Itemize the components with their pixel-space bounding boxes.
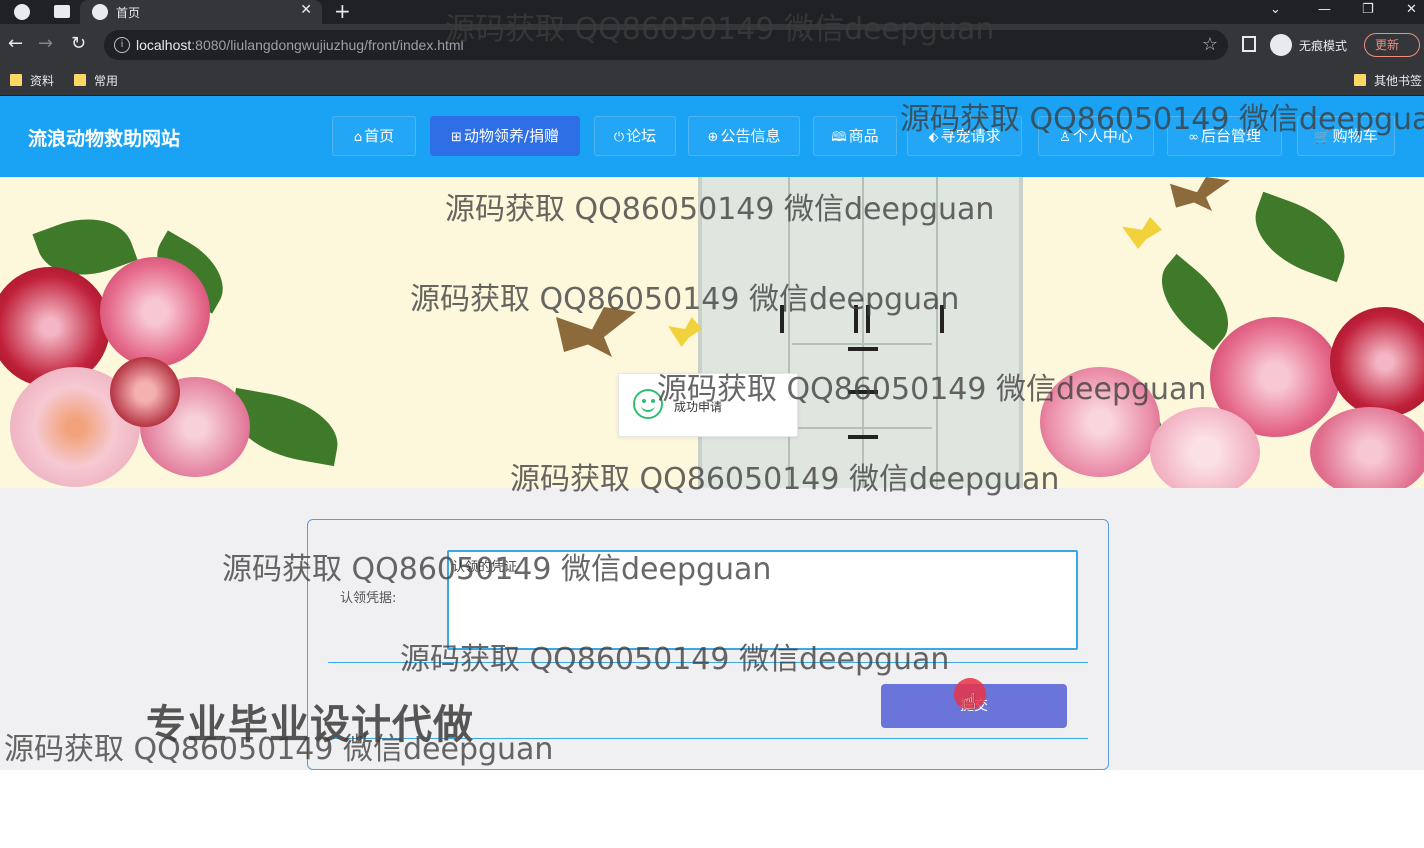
- new-tab-icon[interactable]: +: [334, 0, 351, 22]
- nav-item-label: 商品: [848, 127, 879, 145]
- nav-item[interactable]: 🕮 商品: [813, 116, 897, 156]
- watermark-text: 源码获取 QQ86050149 微信deepguan: [657, 372, 1207, 407]
- nav-item-label: 公告信息: [720, 127, 781, 145]
- browser-globe-icon[interactable]: [14, 4, 30, 20]
- minimize-icon[interactable]: —: [1318, 0, 1331, 20]
- tab-favicon-icon: [92, 4, 108, 20]
- folder-icon: [1354, 74, 1366, 86]
- tab-search-icon[interactable]: ⌄: [1270, 0, 1281, 20]
- grid-icon: ⊞: [451, 130, 462, 145]
- url-path: :8080/liulangdongwujiuzhug/front/index.h…: [191, 37, 464, 53]
- watermark-text: 源码获取 QQ86050149 微信deepguan: [4, 732, 554, 767]
- tab-close-icon[interactable]: ✕: [300, 2, 312, 18]
- bookmark-folder-changyong[interactable]: 常用: [74, 72, 118, 89]
- nav-item-label: 动物领养/捐赠: [463, 127, 559, 145]
- bookmark-label: 其他书签: [1374, 74, 1423, 88]
- book-icon: 🕮: [831, 130, 847, 145]
- bookmark-folder-ziliao[interactable]: 资料: [10, 72, 54, 89]
- folder-icon: [74, 74, 86, 86]
- peony-pink-icon: [100, 257, 210, 367]
- nav-item[interactable]: ⊞ 动物领养/捐赠: [430, 116, 580, 156]
- home-icon: ⌂: [353, 130, 363, 145]
- incognito-icon: [1270, 34, 1292, 56]
- window-close-icon[interactable]: ✕: [1406, 0, 1417, 20]
- reload-icon[interactable]: ↻: [71, 32, 86, 56]
- bookmark-label: 资料: [30, 74, 55, 88]
- forward-icon[interactable]: →: [38, 32, 53, 56]
- folder-icon: [10, 74, 22, 86]
- nav-item[interactable]: ⊕ 公告信息: [688, 116, 800, 156]
- nav-item[interactable]: ⌂ 首页: [332, 116, 416, 156]
- hand-pointer-icon: ☝: [963, 690, 977, 715]
- tab-overview-icon[interactable]: [54, 5, 70, 18]
- site-title: 流浪动物救助网站: [28, 128, 181, 150]
- site-info-icon[interactable]: i: [114, 37, 130, 53]
- nav-item-label: 首页: [364, 127, 395, 145]
- watermark-text: 源码获取 QQ86050149 微信deepguan: [445, 192, 995, 227]
- watermark-text: 源码获取 QQ86050149 微信deepguan: [445, 12, 995, 47]
- side-panel-icon[interactable]: [1242, 36, 1256, 52]
- watermark-text: 源码获取 QQ86050149 微信deepguan: [900, 102, 1424, 137]
- url-host: localhost: [136, 37, 192, 53]
- watermark-text: 源码获取 QQ86050149 微信deepguan: [222, 552, 772, 587]
- bookmarks-bar: 资料 常用 其他书签: [0, 66, 1424, 96]
- claim-proof-label: 认领凭据:: [340, 591, 397, 606]
- update-button[interactable]: 更新: [1364, 33, 1420, 57]
- bookmark-label: 常用: [94, 74, 119, 88]
- watermark-text: 源码获取 QQ86050149 微信deepguan: [510, 462, 1060, 497]
- power-icon: ⏻: [613, 130, 625, 145]
- browser-tab-active[interactable]: 首页 ✕: [80, 0, 322, 24]
- url-text[interactable]: localhost:8080/liulangdongwujiuzhug/fron…: [136, 37, 464, 53]
- nav-item-label: 论坛: [626, 127, 657, 145]
- watermark-text: 源码获取 QQ86050149 微信deepguan: [400, 642, 950, 677]
- bookmark-folder-other[interactable]: 其他书签: [1354, 72, 1422, 89]
- back-icon[interactable]: ←: [8, 32, 23, 56]
- restore-icon[interactable]: ❐: [1362, 0, 1374, 20]
- globe-icon: ⊕: [707, 130, 719, 145]
- incognito-label: 无痕模式: [1299, 39, 1348, 53]
- bookmark-star-icon[interactable]: ☆: [1202, 34, 1218, 55]
- tab-title: 首页: [116, 6, 141, 20]
- nav-item[interactable]: ⏻ 论坛: [594, 116, 676, 156]
- watermark-text: 源码获取 QQ86050149 微信deepguan: [410, 282, 960, 317]
